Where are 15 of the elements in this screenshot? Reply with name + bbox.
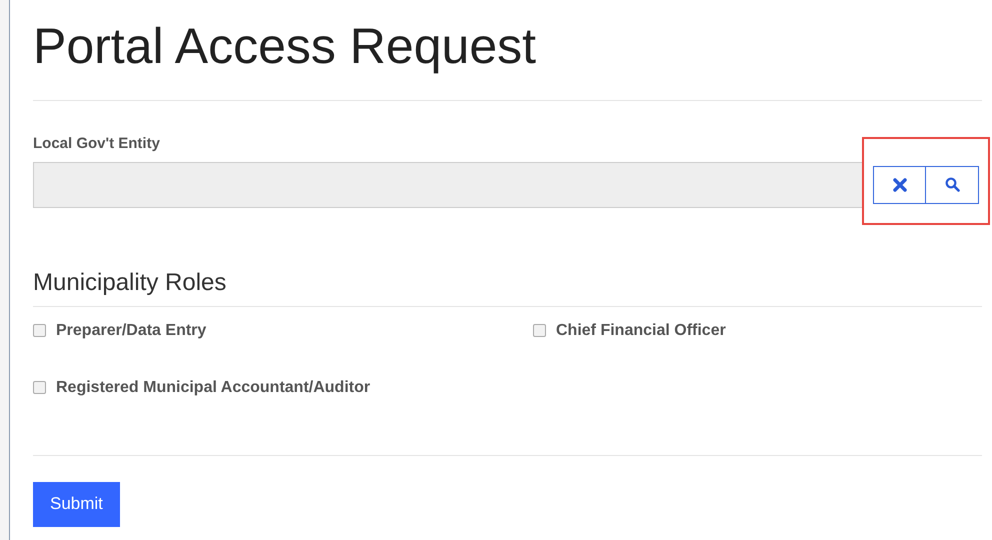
close-icon <box>892 178 906 192</box>
checkbox-label: Registered Municipal Accountant/Auditor <box>56 378 370 398</box>
field-label: Local Gov't Entity <box>33 134 161 154</box>
checkbox[interactable] <box>533 324 546 337</box>
checkbox-label: Preparer/Data Entry <box>56 320 206 340</box>
entity-field[interactable] <box>33 162 863 208</box>
search-button[interactable] <box>926 166 979 204</box>
checkbox[interactable] <box>33 381 46 394</box>
search-icon <box>944 177 960 192</box>
submit-button[interactable]: Submit <box>33 482 120 526</box>
clear-button[interactable] <box>873 166 926 204</box>
checkbox-label: Chief Financial Officer <box>556 320 726 340</box>
section-heading: Municipality Roles <box>33 268 228 298</box>
page-title: Portal Access Request <box>33 17 538 76</box>
checkbox[interactable] <box>33 324 46 337</box>
